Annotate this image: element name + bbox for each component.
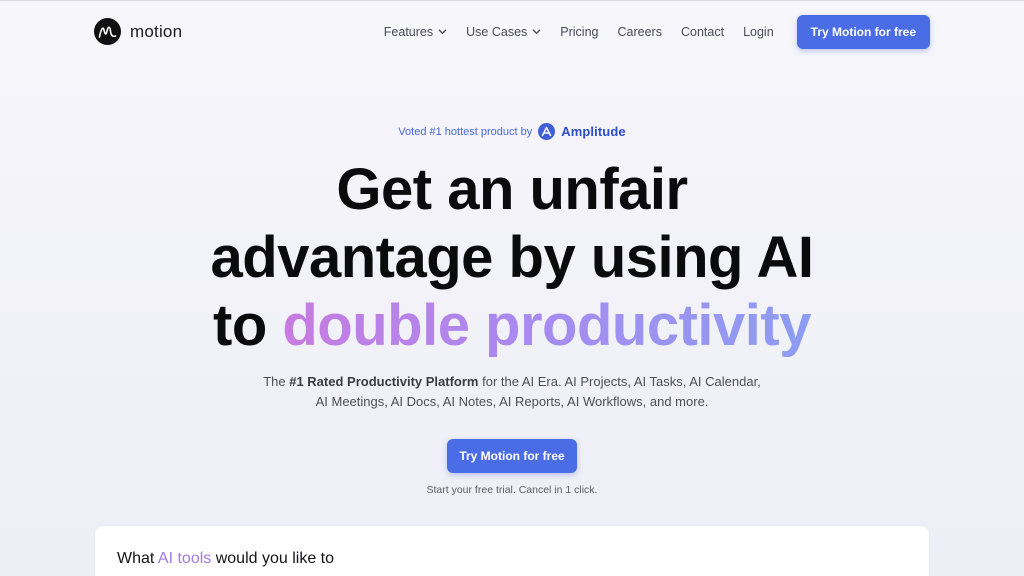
nav-item-label: Use Cases: [466, 24, 528, 39]
subtitle-highlight: #1 Rated Productivity Platform: [289, 374, 479, 389]
nav-item-use-cases[interactable]: Use Cases: [466, 25, 541, 39]
headline-line-3-plain: to: [213, 293, 283, 358]
chevron-down-icon: [438, 29, 447, 35]
nav-item-careers[interactable]: Careers: [618, 25, 662, 39]
trial-note: Start your free trial. Cancel in 1 click…: [426, 484, 598, 496]
chevron-down-icon: [532, 29, 541, 35]
headline-line-1: Get an unfair: [336, 157, 688, 222]
card-title-suffix: would you like to: [211, 550, 334, 567]
nav-item-contact[interactable]: Contact: [681, 25, 724, 39]
headline-line-2: advantage by using AI: [210, 225, 814, 290]
headline-line-3: to double productivity: [0, 292, 1024, 360]
card-title: What AI tools would you like to: [117, 550, 334, 568]
badge-text: Voted #1 hottest product by: [398, 125, 533, 138]
amplitude-brand-name: Amplitude: [561, 124, 626, 139]
brand-name: motion: [130, 21, 183, 41]
card-title-accent: AI tools: [157, 550, 212, 567]
try-motion-hero-button[interactable]: Try Motion for free: [447, 439, 577, 473]
headline-accent: double productivity: [282, 293, 811, 358]
nav-item-login[interactable]: Login: [743, 25, 774, 39]
nav-item-label: Features: [383, 24, 434, 39]
try-motion-nav-button[interactable]: Try Motion for free: [796, 14, 930, 49]
award-badge: Voted #1 hottest product by Amplitude: [0, 123, 1024, 140]
brand-logo[interactable]: motion: [94, 18, 182, 45]
ai-tools-card: What AI tools would you like to: [95, 526, 929, 576]
nav-links: Features Use Cases Pricing Careers Conta…: [384, 25, 774, 39]
hero-headline: Get an unfair advantage by using AI to d…: [0, 156, 1024, 360]
amplitude-logo-icon: [538, 123, 556, 140]
card-title-prefix: What: [117, 550, 158, 567]
top-navigation: motion Features Use Cases Pricing Career…: [0, 0, 1024, 62]
nav-item-pricing[interactable]: Pricing: [560, 25, 598, 39]
hero-subtitle: The #1 Rated Productivity Platform for t…: [262, 372, 762, 412]
motion-logo-icon: [94, 18, 121, 45]
subtitle-prefix: The: [263, 374, 290, 389]
nav-item-features[interactable]: Features: [384, 25, 447, 39]
